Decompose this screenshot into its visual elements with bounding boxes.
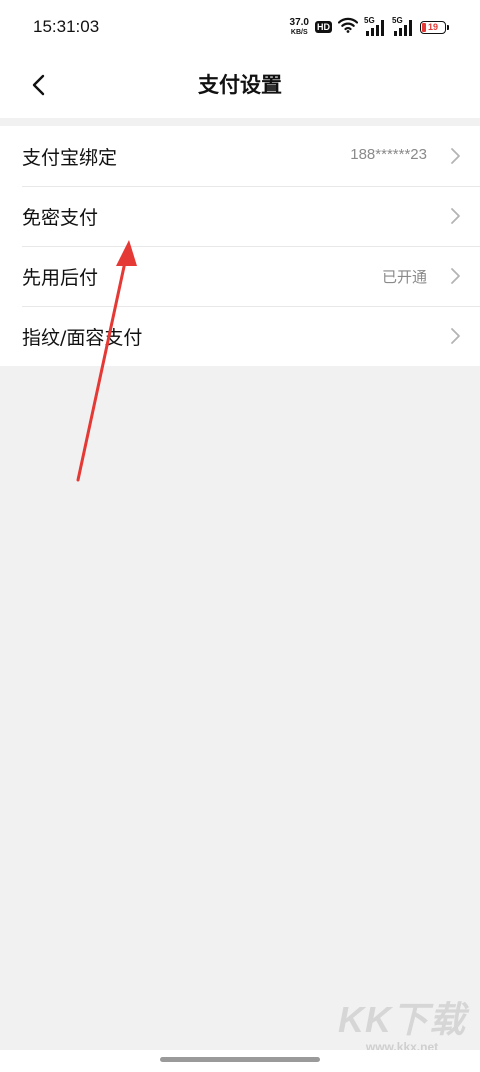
settings-list: 支付宝绑定 188******23 免密支付 先用后付 已开通 指纹/面容支付 bbox=[0, 126, 480, 366]
chevron-right-icon bbox=[451, 268, 460, 284]
setting-value: 188******23 bbox=[350, 146, 427, 163]
cell-signal-1-icon: 5G bbox=[364, 16, 386, 37]
status-icons: 37.0 KB/S HD 5G 5G 19 bbox=[289, 16, 449, 38]
battery-level: 19 bbox=[427, 22, 438, 32]
status-time: 15:31:03 bbox=[33, 17, 100, 36]
network-speed-value: 37.0 bbox=[289, 17, 309, 28]
status-bar: 15:31:03 37.0 KB/S HD 5G 5G 19 bbox=[0, 0, 480, 54]
page-title: 支付设置 bbox=[198, 73, 282, 97]
battery-icon: 19 bbox=[420, 20, 449, 34]
watermark: KK下载 www.kkx.net bbox=[338, 999, 466, 1055]
setting-label: 支付宝绑定 bbox=[22, 147, 118, 169]
cell-signal-2-label: 5G bbox=[392, 16, 403, 25]
setting-row-password-free-payment[interactable]: 免密支付 bbox=[0, 186, 480, 246]
home-indicator[interactable] bbox=[160, 1057, 320, 1062]
network-speed: 37.0 KB/S bbox=[289, 17, 309, 37]
battery-fill bbox=[422, 22, 426, 32]
nav-bar: 支付设置 bbox=[0, 54, 480, 118]
setting-label: 先用后付 bbox=[22, 267, 99, 289]
chevron-right-icon bbox=[451, 148, 460, 164]
hd-icon: HD bbox=[315, 21, 332, 33]
watermark-logo: KK下载 bbox=[338, 999, 466, 1040]
network-speed-unit: KB/S bbox=[290, 29, 308, 36]
setting-label: 免密支付 bbox=[22, 207, 99, 229]
setting-row-alipay-binding[interactable]: 支付宝绑定 188******23 bbox=[0, 126, 480, 186]
wifi-icon bbox=[337, 17, 359, 37]
setting-value: 已开通 bbox=[381, 269, 427, 286]
cell-signal-1-label: 5G bbox=[364, 16, 375, 25]
setting-row-pay-later[interactable]: 先用后付 已开通 bbox=[0, 246, 480, 306]
chevron-right-icon bbox=[451, 208, 460, 224]
setting-row-biometric-payment[interactable]: 指纹/面容支付 bbox=[0, 306, 480, 366]
cell-signal-2-icon: 5G bbox=[392, 16, 414, 37]
setting-label: 指纹/面容支付 bbox=[22, 327, 143, 349]
chevron-right-icon bbox=[451, 328, 460, 344]
